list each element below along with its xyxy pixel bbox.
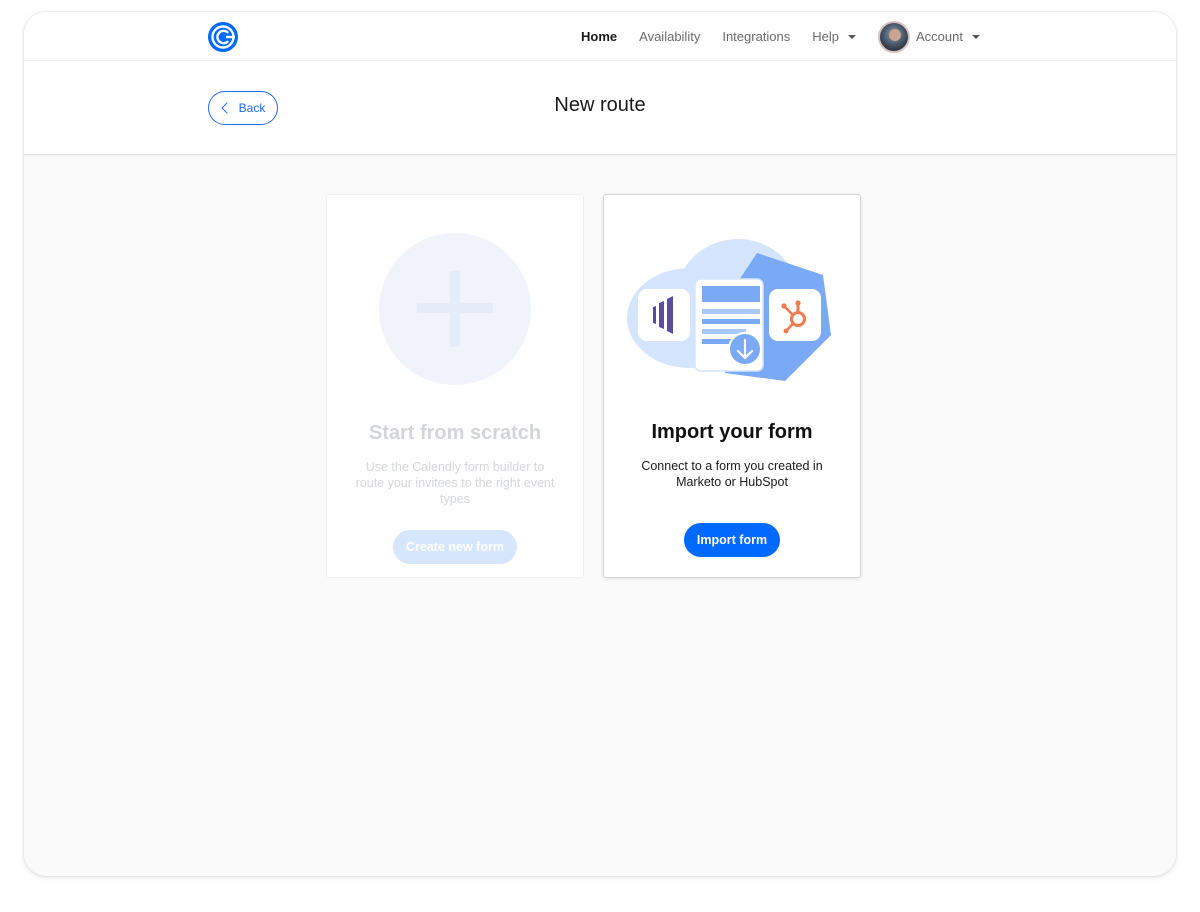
download-icon — [728, 332, 762, 366]
nav-availability[interactable]: Availability — [639, 29, 700, 44]
nav-account[interactable]: Account — [916, 29, 980, 44]
import-form-card: Import your form Connect to a form you c… — [603, 194, 861, 578]
page-title: New route — [554, 94, 646, 116]
chevron-down-icon — [848, 34, 857, 39]
import-form-button[interactable]: Import form — [683, 523, 781, 557]
top-navigation: Home Availability Integrations Help Acco… — [24, 12, 1176, 61]
nav-integrations[interactable]: Integrations — [722, 29, 790, 44]
scratch-card-description: Use the Calendly form builder to route y… — [355, 460, 555, 506]
app-window: Home Availability Integrations Help Acco… — [24, 12, 1176, 876]
hubspot-icon — [769, 289, 821, 341]
calendly-logo-icon[interactable] — [207, 21, 239, 53]
nav-home[interactable]: Home — [581, 29, 617, 44]
page-header: Back New route — [24, 61, 1176, 155]
create-new-form-button[interactable]: Create new form — [393, 530, 517, 564]
nav-help-label: Help — [812, 29, 840, 44]
import-card-title: Import your form — [651, 421, 813, 443]
nav-menu: Home Availability Integrations Help Acco… — [559, 12, 980, 61]
scratch-card-title: Start from scratch — [368, 422, 542, 444]
nav-account-label: Account — [916, 29, 963, 44]
import-card-description: Connect to a form you created in Marketo… — [641, 459, 823, 489]
nav-help[interactable]: Help — [812, 29, 857, 44]
plus-icon — [379, 233, 531, 385]
import-form-illustration — [627, 239, 831, 381]
start-from-scratch-card: Start from scratch Use the Calendly form… — [326, 194, 584, 578]
chevron-down-icon — [972, 34, 980, 39]
avatar[interactable] — [878, 20, 911, 53]
marketo-icon — [638, 289, 690, 341]
